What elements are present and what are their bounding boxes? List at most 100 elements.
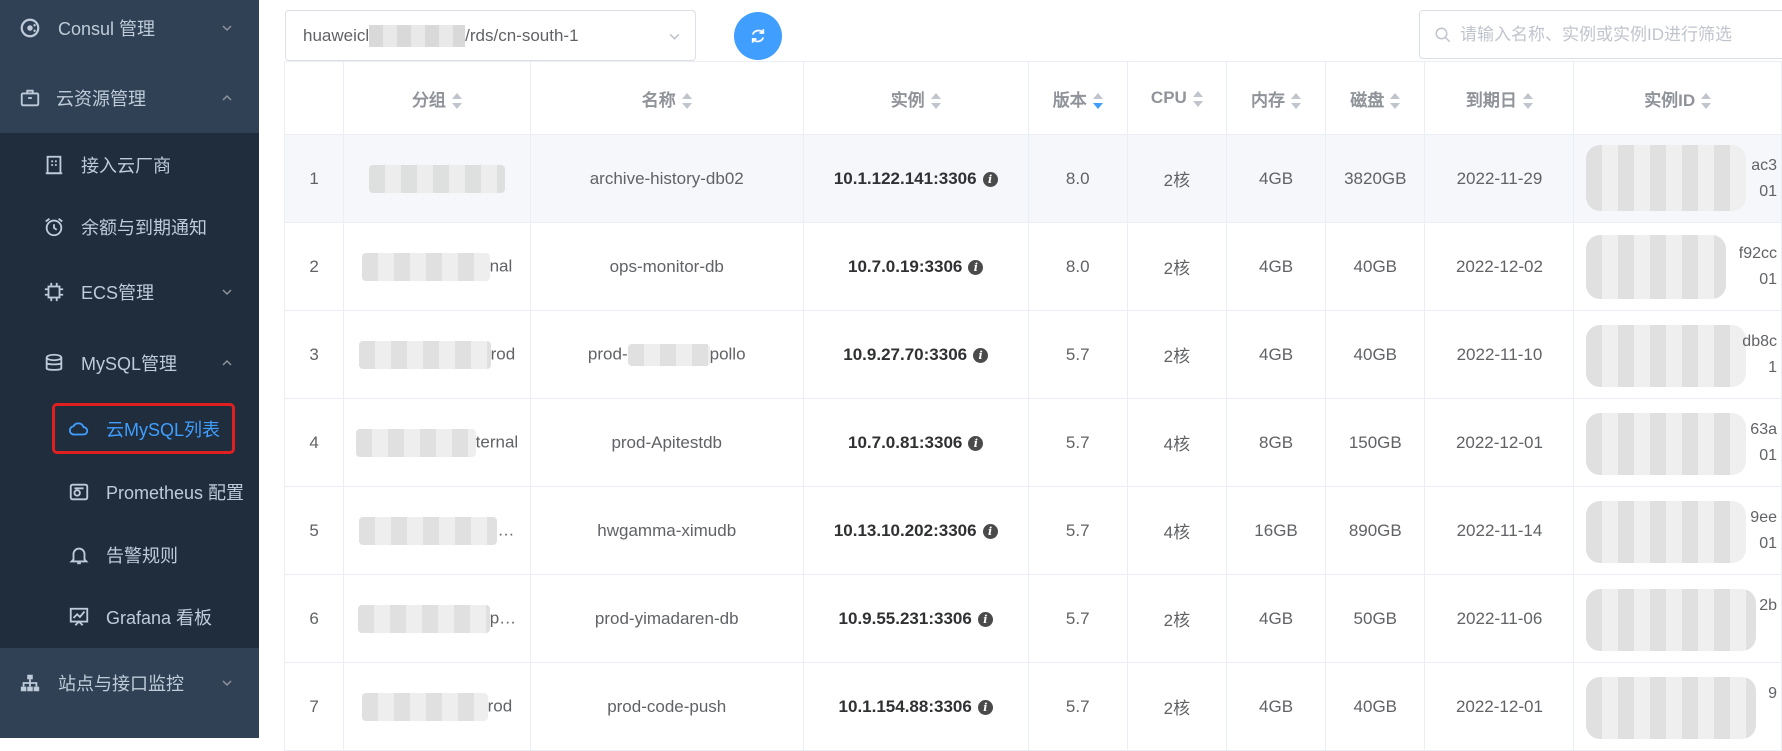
info-icon[interactable]: i <box>968 435 984 451</box>
redacted-mask <box>627 343 710 366</box>
sort-caret-icon[interactable] <box>1291 93 1302 110</box>
table-row[interactable]: 6 p… prod-yimadaren-db 10.9.55.231:3306 i… <box>283 574 1782 663</box>
cell-group: p… <box>343 574 531 663</box>
cell-group: rod <box>343 662 531 751</box>
header-group[interactable]: 分组 <box>343 61 531 135</box>
region-select[interactable]: huaweicl /rds/cn-south-1 <box>285 10 696 61</box>
redacted-mask <box>1586 589 1757 651</box>
sidebar-item-ecs[interactable]: ECS管理 <box>0 272 259 312</box>
header-index <box>283 61 345 135</box>
sidebar-item-mysql[interactable]: MySQL管理 <box>0 343 259 383</box>
sort-caret-icon[interactable] <box>1092 93 1103 110</box>
header-expire[interactable]: 到期日 <box>1424 61 1575 135</box>
info-icon[interactable]: i <box>973 347 989 363</box>
redacted-mask <box>357 604 490 633</box>
info-icon[interactable]: i <box>977 699 993 715</box>
refresh-button[interactable] <box>734 12 782 60</box>
cell-cpu: 2核 <box>1126 662 1227 751</box>
redacted-mask <box>1586 413 1747 475</box>
header-label: 版本 <box>1052 90 1087 110</box>
search-input[interactable] <box>1460 24 1760 45</box>
header-label: 实例 <box>890 90 925 110</box>
cell-index: 3 <box>283 310 345 399</box>
instance-address: 10.7.0.81:3306 <box>847 432 963 452</box>
cell-instance: 10.9.55.231:3306 i <box>802 574 1029 663</box>
header-label: 到期日 <box>1465 90 1517 110</box>
sort-caret-icon[interactable] <box>681 93 692 110</box>
table-row[interactable]: 2 nal ops-monitor-db 10.7.0.19:3306 i 8.0… <box>283 222 1782 311</box>
cell-name: prod-code-push <box>529 662 804 751</box>
redacted-mask <box>369 24 466 47</box>
sidebar-item-alert-rules[interactable]: 告警规则 <box>0 535 259 575</box>
header-memory[interactable]: 内存 <box>1225 61 1327 135</box>
info-icon[interactable]: i <box>968 259 984 275</box>
redacted-mask <box>358 340 491 369</box>
table-row[interactable]: 1 archive-history-db02 10.1.122.141:3306… <box>283 134 1782 223</box>
chevron-down-icon <box>222 680 232 687</box>
header-version[interactable]: 版本 <box>1027 61 1128 135</box>
sort-caret-icon[interactable] <box>451 93 462 110</box>
table-row[interactable]: 3 rod prod-pollo 10.9.27.70:3306 i 5.7 2核… <box>283 310 1782 399</box>
cell-memory: 8GB <box>1225 398 1327 487</box>
sidebar-item-prometheus[interactable]: Prometheus 配置 <box>0 472 259 512</box>
search-icon <box>1435 27 1451 42</box>
table-header-row: 分组 名称 实例 版本 CPU 内存 磁盘 到期日 实例ID <box>283 61 1782 135</box>
cell-disk: 150GB <box>1325 398 1426 487</box>
header-instance[interactable]: 实例 <box>802 61 1029 135</box>
sidebar-item-label: 站点与接口监控 <box>58 674 184 694</box>
info-icon[interactable]: i <box>982 523 998 539</box>
instance-address: 10.9.27.70:3306 <box>843 344 968 364</box>
header-disk[interactable]: 磁盘 <box>1325 61 1426 135</box>
cell-version: 5.7 <box>1027 398 1128 487</box>
sidebar-item-site-monitoring[interactable]: 站点与接口监控 <box>0 663 259 703</box>
header-label: 名称 <box>641 90 676 110</box>
sidebar-item-cloud-resources[interactable]: 云资源管理 <box>0 78 259 118</box>
mysql-instance-table: 分组 名称 实例 版本 CPU 内存 磁盘 到期日 实例ID 1 archive… <box>283 61 1782 751</box>
redacted-mask <box>1586 501 1747 563</box>
cell-name: prod-Apitestdb <box>529 398 804 487</box>
sort-caret-icon[interactable] <box>930 93 941 110</box>
cell-cpu: 4核 <box>1126 398 1227 487</box>
redacted-mask <box>359 516 498 545</box>
cell-expire: 2022-12-02 <box>1424 222 1575 311</box>
cell-name: hwgamma-ximudb <box>529 486 804 575</box>
table-row[interactable]: 7 rod prod-code-push 10.1.154.88:3306 i 5… <box>283 662 1782 751</box>
sidebar-item-label: 余额与到期通知 <box>81 218 207 238</box>
search-box[interactable] <box>1419 10 1782 59</box>
info-icon[interactable]: i <box>982 171 998 187</box>
cell-expire: 2022-12-01 <box>1424 398 1575 487</box>
sidebar-item-grafana[interactable]: Grafana 看板 <box>0 597 259 637</box>
alarm-clock-icon <box>43 216 65 238</box>
header-name[interactable]: 名称 <box>529 61 804 135</box>
cloud-icon <box>68 418 90 440</box>
sort-caret-icon[interactable] <box>1701 93 1712 110</box>
sidebar-item-label: 云资源管理 <box>56 89 146 109</box>
dashboard-icon <box>68 606 90 628</box>
info-icon[interactable]: i <box>977 611 993 627</box>
sidebar-item-label: 告警规则 <box>106 546 178 566</box>
sort-caret-icon[interactable] <box>1522 93 1533 110</box>
header-label: 磁盘 <box>1350 90 1385 110</box>
cell-memory: 4GB <box>1225 662 1327 751</box>
instance-address: 10.7.0.19:3306 <box>847 256 963 276</box>
sort-caret-icon[interactable] <box>1192 90 1203 107</box>
cell-memory: 16GB <box>1225 486 1327 575</box>
sidebar-item-cloud-vendors[interactable]: 接入云厂商 <box>0 145 259 185</box>
sidebar-item-balance-expiry[interactable]: 余额与到期通知 <box>0 207 259 247</box>
sidebar-item-consul[interactable]: Consul 管理 <box>0 8 259 48</box>
header-instance-id[interactable]: 实例ID <box>1573 61 1782 135</box>
main-content: huaweicl /rds/cn-south-1 分组 名称 实例 版本 CPU… <box>259 0 1782 751</box>
redacted-mask <box>361 692 488 721</box>
header-cpu[interactable]: CPU <box>1126 61 1227 135</box>
cell-memory: 4GB <box>1225 310 1327 399</box>
sort-caret-icon[interactable] <box>1390 93 1401 110</box>
table-row[interactable]: 4 ternal prod-Apitestdb 10.7.0.81:3306 i … <box>283 398 1782 487</box>
cell-instance-id: ac3 01 <box>1573 134 1782 223</box>
table-row[interactable]: 5 … hwgamma-ximudb 10.13.10.202:3306 i 5.… <box>283 486 1782 575</box>
sidebar-item-cloud-mysql-list[interactable]: 云MySQL列表 <box>0 409 259 449</box>
cell-expire: 2022-11-06 <box>1424 574 1575 663</box>
instance-address: 10.9.55.231:3306 <box>838 608 972 628</box>
cell-disk: 40GB <box>1325 662 1426 751</box>
cell-name: prod-yimadaren-db <box>529 574 804 663</box>
cell-group <box>343 134 531 223</box>
